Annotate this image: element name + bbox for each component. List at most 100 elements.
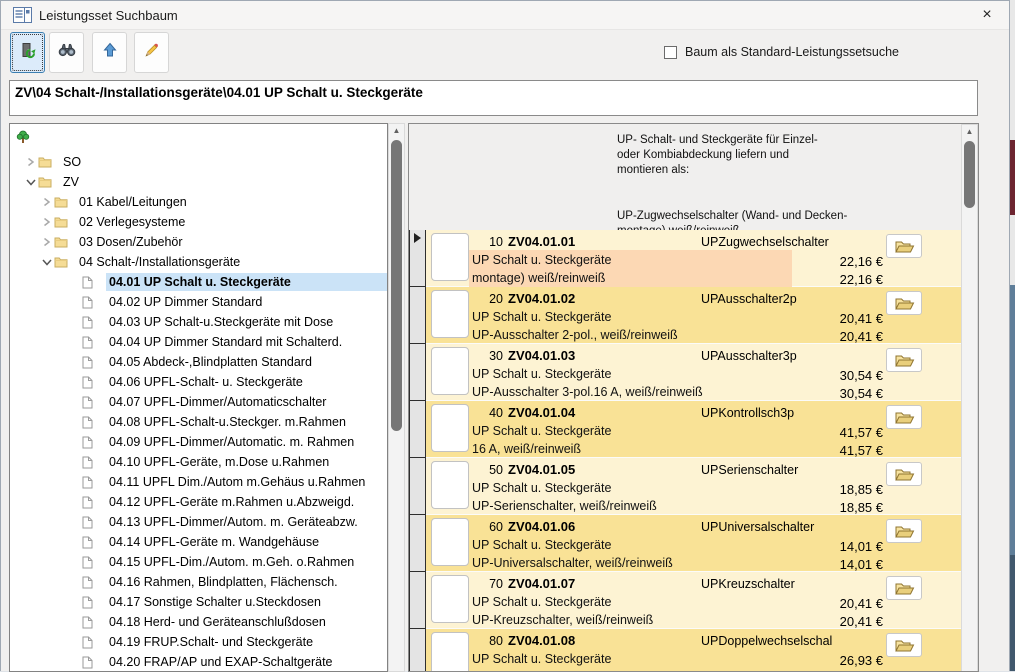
record-selector[interactable] [409, 286, 426, 344]
tree-item[interactable]: 04.04 UP Dimmer Standard mit Schalterd. [10, 332, 387, 352]
leistungsset-row[interactable]: 70 ZV04.01.07 UPKreuzschalter UP Schalt … [409, 572, 963, 629]
tree-item-label[interactable]: 04.02 UP Dimmer Standard [106, 293, 387, 311]
expander-chevron-icon[interactable] [24, 176, 37, 189]
tree-item-label[interactable]: 04.11 UPFL Dim./Autom m.Gehäus u.Rahmen [106, 473, 387, 491]
tree-scrollbar-thumb[interactable] [391, 140, 402, 431]
tree-item[interactable]: 04.10 UPFL-Geräte, m.Dose u.Rahmen [10, 452, 387, 472]
open-folder-button[interactable] [886, 576, 922, 600]
tree-item-label[interactable]: 04.08 UPFL-Schalt-u.Steckger. m.Rahmen [106, 413, 387, 431]
expander-chevron-icon[interactable] [24, 156, 37, 169]
search-button[interactable] [49, 32, 84, 73]
open-folder-button[interactable] [886, 348, 922, 372]
open-folder-button[interactable] [886, 462, 922, 486]
expander-chevron-icon[interactable] [68, 416, 81, 429]
tree-item[interactable]: 04.08 UPFL-Schalt-u.Steckger. m.Rahmen [10, 412, 387, 432]
tree-item[interactable]: 04.19 FRUP.Schalt- und Steckgeräte [10, 632, 387, 652]
tree-item-label[interactable]: 04.13 UPFL-Dimmer/Autom. m. Geräteabzw. [106, 513, 387, 531]
expander-chevron-icon[interactable] [68, 636, 81, 649]
tree-item[interactable]: 04.20 FRAP/AP und EXAP-Schaltgeräte [10, 652, 387, 672]
tree-item-label[interactable]: 04.06 UPFL-Schalt- u. Steckgeräte [106, 373, 387, 391]
tree-item[interactable]: ZV [10, 172, 387, 192]
close-icon[interactable]: × [976, 5, 998, 25]
row-field-cell[interactable] [431, 290, 469, 338]
expander-chevron-icon[interactable] [68, 296, 81, 309]
open-folder-button[interactable] [886, 633, 922, 657]
row-field-cell[interactable] [431, 233, 469, 281]
tree-item[interactable]: 04.14 UPFL-Geräte m. Wandgehäuse [10, 532, 387, 552]
tree-item[interactable]: 04.06 UPFL-Schalt- u. Steckgeräte [10, 372, 387, 392]
tree-item-label[interactable]: 02 Verlegesysteme [76, 213, 387, 231]
expander-chevron-icon[interactable] [68, 436, 81, 449]
record-selector[interactable] [409, 628, 426, 671]
tree-item-label[interactable]: 04.03 UP Schalt-u.Steckgeräte mit Dose [106, 313, 387, 331]
edit-button[interactable] [134, 32, 169, 73]
record-selector[interactable] [409, 514, 426, 572]
tree-item-label[interactable]: 04.10 UPFL-Geräte, m.Dose u.Rahmen [106, 453, 387, 471]
leistungsset-row[interactable]: 60 ZV04.01.06 UPUniversalschalter UP Sch… [409, 515, 963, 572]
tree-item-label[interactable]: 04.18 Herd- und Geräteanschlußdosen [106, 613, 387, 631]
path-input[interactable] [10, 81, 977, 103]
expander-chevron-icon[interactable] [40, 236, 53, 249]
expander-chevron-icon[interactable] [40, 216, 53, 229]
expander-chevron-icon[interactable] [68, 276, 81, 289]
tree-item-label[interactable]: 04.15 UPFL-Dim./Autom. m.Geh. o.Rahmen [106, 553, 387, 571]
tree-item[interactable]: 04.09 UPFL-Dimmer/Automatic. m. Rahmen [10, 432, 387, 452]
open-leistungsset-button[interactable] [10, 32, 45, 73]
expander-chevron-icon[interactable] [68, 336, 81, 349]
tree-item[interactable]: 04.15 UPFL-Dim./Autom. m.Geh. o.Rahmen [10, 552, 387, 572]
tree-item[interactable]: 02 Verlegesysteme [10, 212, 387, 232]
tree-item-label[interactable]: SO [60, 153, 387, 171]
expander-chevron-icon[interactable] [68, 456, 81, 469]
expander-chevron-icon[interactable] [40, 256, 53, 269]
expander-chevron-icon[interactable] [40, 196, 53, 209]
row-field-cell[interactable] [431, 575, 469, 623]
leistungsset-row[interactable]: 80 ZV04.01.08 UPDoppelwechselschal UP Sc… [409, 629, 963, 671]
tree-item-label[interactable]: 04.07 UPFL-Dimmer/Automaticschalter [106, 393, 387, 411]
expander-chevron-icon[interactable] [68, 476, 81, 489]
tree-item-label[interactable]: 04.16 Rahmen, Blindplatten, Flächensch. [106, 573, 387, 591]
tree-item[interactable]: 04.18 Herd- und Geräteanschlußdosen [10, 612, 387, 632]
tree-item-label[interactable]: 04.19 FRUP.Schalt- und Steckgeräte [106, 633, 387, 651]
detail-scrollbar[interactable]: ▲ [961, 124, 978, 672]
open-folder-button[interactable] [886, 405, 922, 429]
expander-chevron-icon[interactable] [68, 496, 81, 509]
tree-item-label[interactable]: ZV [60, 173, 387, 191]
expander-chevron-icon[interactable] [68, 576, 81, 589]
row-field-cell[interactable] [431, 461, 469, 509]
tree-item-label[interactable]: 03 Dosen/Zubehör [76, 233, 387, 251]
tree-item[interactable]: 04.11 UPFL Dim./Autom m.Gehäus u.Rahmen [10, 472, 387, 492]
expander-chevron-icon[interactable] [68, 356, 81, 369]
tree-item-label[interactable]: 04.17 Sonstige Schalter u.Steckdosen [106, 593, 387, 611]
tree-item-label[interactable]: 04.04 UP Dimmer Standard mit Schalterd. [106, 333, 387, 351]
row-field-cell[interactable] [431, 518, 469, 566]
leistungsset-row[interactable]: 50 ZV04.01.05 UPSerienschalter UP Schalt… [409, 458, 963, 515]
expander-chevron-icon[interactable] [68, 316, 81, 329]
expander-chevron-icon[interactable] [68, 536, 81, 549]
leistungsset-row[interactable]: 30 ZV04.01.03 UPAusschalter3p UP Schalt … [409, 344, 963, 401]
tree-item[interactable]: SO [10, 152, 387, 172]
record-selector[interactable] [409, 457, 426, 515]
tree-item-label[interactable]: 04.05 Abdeck-,Blindplatten Standard [106, 353, 387, 371]
tree-item[interactable]: 04.17 Sonstige Schalter u.Steckdosen [10, 592, 387, 612]
tree-item[interactable]: 04.03 UP Schalt-u.Steckgeräte mit Dose [10, 312, 387, 332]
tree-item[interactable]: 04 Schalt-/Installationsgeräte [10, 252, 387, 272]
tree-item[interactable]: 04.01 UP Schalt u. Steckgeräte [10, 272, 387, 292]
tree-item-label[interactable]: 04.12 UPFL-Geräte m.Rahmen u.Abzweigd. [106, 493, 387, 511]
record-selector[interactable] [409, 400, 426, 458]
tree-item[interactable]: 04.02 UP Dimmer Standard [10, 292, 387, 312]
tree-item-label[interactable]: 04.01 UP Schalt u. Steckgeräte [106, 273, 387, 291]
tree-item[interactable]: 04.16 Rahmen, Blindplatten, Flächensch. [10, 572, 387, 592]
tree-item[interactable]: 04.13 UPFL-Dimmer/Autom. m. Geräteabzw. [10, 512, 387, 532]
leistungsset-row[interactable]: 10 ZV04.01.01 UPZugwechselschalter UP Sc… [409, 230, 963, 287]
tree-scrollbar[interactable]: ▲ [388, 123, 405, 672]
record-selector[interactable] [409, 230, 426, 287]
expander-chevron-icon[interactable] [68, 376, 81, 389]
expander-chevron-icon[interactable] [68, 556, 81, 569]
open-folder-button[interactable] [886, 519, 922, 543]
row-field-cell[interactable] [431, 347, 469, 395]
expander-chevron-icon[interactable] [68, 656, 81, 669]
leistungsset-row[interactable]: 40 ZV04.01.04 UPKontrollsch3p UP Schalt … [409, 401, 963, 458]
row-field-cell[interactable] [431, 404, 469, 452]
tree-item[interactable]: 03 Dosen/Zubehör [10, 232, 387, 252]
record-selector[interactable] [409, 571, 426, 629]
